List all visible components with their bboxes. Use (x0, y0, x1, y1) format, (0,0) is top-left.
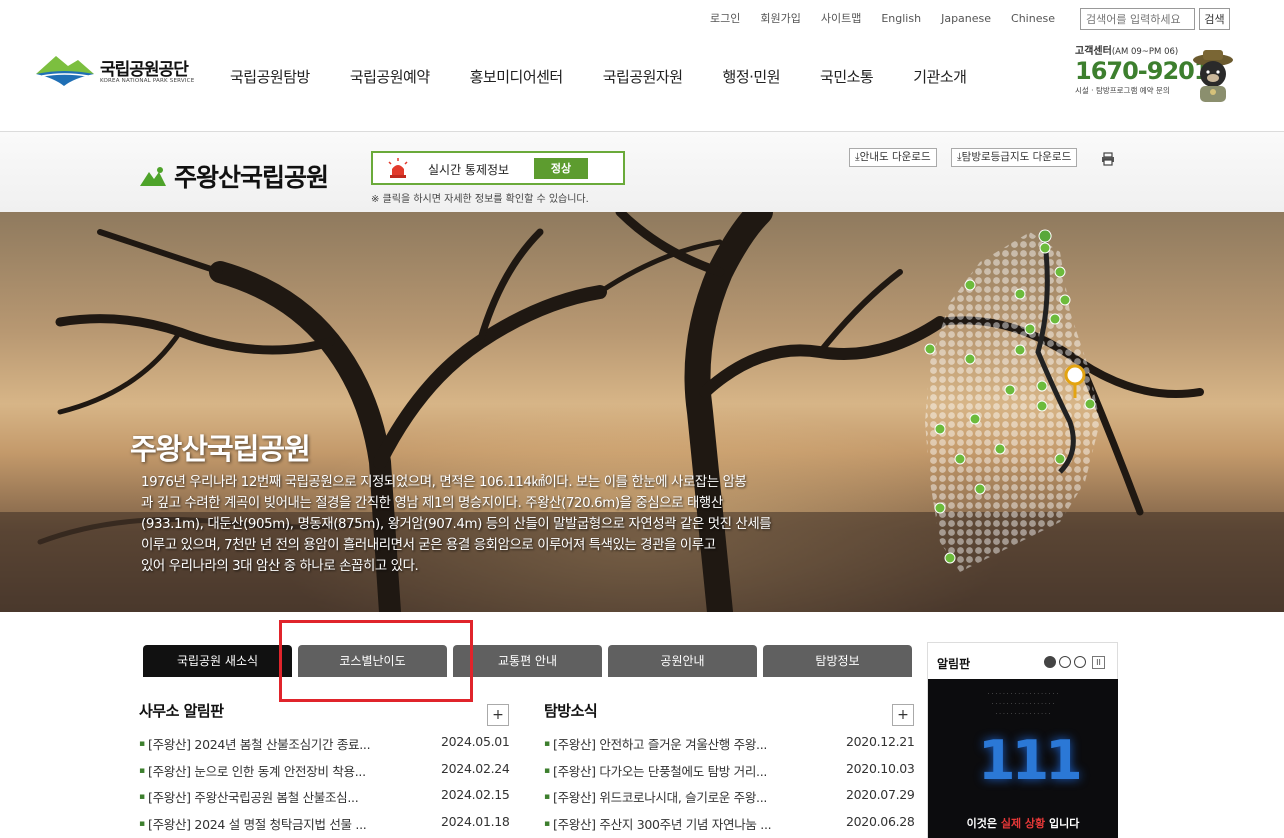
tab-park-guide[interactable]: 공원안내 (608, 645, 757, 677)
bullet-icon: ▪ (139, 792, 145, 802)
bullet-icon: ▪ (544, 792, 550, 802)
park-title-bar: 주왕산국립공원 실시간 통제정보 정상 ※ 클릭을 하시면 자세한 정보를 확인… (0, 132, 1284, 212)
park-location-map[interactable] (920, 222, 1120, 582)
knps-logo[interactable]: 국립공원공단 KOREA NATIONAL PARK SERVICE (34, 52, 204, 92)
nav-park-resources[interactable]: 국립공원자원 (603, 66, 683, 87)
carousel-controls: II (1044, 656, 1105, 669)
content-tabs: 국립공원 새소식 코스별난이도 교통편 안내 공원안내 탐방정보 (143, 645, 918, 677)
nav-about[interactable]: 기관소개 (913, 66, 967, 87)
trail-map-download-button[interactable]: ⤓탐방로등급지도 다운로드 (951, 148, 1078, 167)
park-title: 주왕산국립공원 (140, 158, 329, 194)
hero-title: 주왕산국립공원 (130, 432, 311, 466)
nav-civil-service[interactable]: 행정·민원 (723, 66, 781, 87)
search-button[interactable]: 검색 (1199, 8, 1230, 30)
customer-center: 고객센터(AM 09~PM 06) 1670-9201 시설 · 탐방프로그램 … (1075, 42, 1235, 102)
chinese-link[interactable]: Chinese (1001, 12, 1065, 26)
tab-transportation[interactable]: 교통편 안내 (453, 645, 602, 677)
poster-fine-text: · · · · · · · · · · · · · · · · · (991, 701, 1055, 708)
hero-description-line: 이루고 있으며, 7천만 년 전의 용암이 흘러내리면서 굳은 용결 응회암으로… (141, 538, 716, 553)
carousel-dot[interactable] (1044, 656, 1056, 668)
notice-panel: 알림판 II · · · · · · · · · · · · · · · · ·… (927, 642, 1118, 838)
english-link[interactable]: English (871, 12, 931, 26)
hero-description-line: 1976년 우리나라 12번째 국립공원으로 지정되었으며, 면적은 106.1… (141, 475, 747, 490)
nav-media-center[interactable]: 홍보미디어센터 (470, 66, 564, 87)
list-item[interactable]: ▪ [주왕산] 위드코로나시대, 슬기로운 주왕... 2020.07.29 (544, 787, 915, 814)
poster-headline: 이것은 실제 상황 입니다 (966, 817, 1080, 830)
signup-link[interactable]: 회원가입 (750, 12, 810, 26)
ranger-bear-icon (1193, 50, 1233, 102)
search-input[interactable] (1080, 8, 1195, 30)
office-more-button[interactable]: + (487, 704, 509, 726)
notice-title: 알림판 (937, 657, 971, 671)
poster-fine-text: · · · · · · · · · · · · · · · · · · · (987, 691, 1059, 698)
nav-park-reservation[interactable]: 국립공원예약 (350, 66, 430, 87)
list-item[interactable]: ▪ [주왕산] 주산지 300주년 기념 자연나눔 ... 2020.06.28 (544, 814, 915, 838)
logo-korean-text: 국립공원공단 (100, 60, 189, 80)
board-title: 사무소 알림판 (139, 702, 224, 720)
hero-description-line: 과 깊고 수려한 계곡이 빚어내는 절경을 간직한 영남 제1의 명승지이다. … (141, 496, 723, 511)
realtime-control-info[interactable]: 실시간 통제정보 정상 (371, 151, 625, 185)
bullet-icon: ▪ (544, 765, 550, 776)
visit-news-board: 탐방소식 + ▪ [주왕산] 안전하고 즐거운 겨울산행 주왕... 2020.12… (544, 700, 915, 838)
hero-description-line: 있어 우리나라의 3대 암산 중 하나로 손꼽히고 있다. (141, 559, 419, 574)
visit-more-button[interactable]: + (892, 704, 914, 726)
site-header: 로그인 회원가입 사이트맵 English Japanese Chinese 검… (0, 0, 1284, 132)
carousel-dot[interactable] (1059, 656, 1071, 668)
highlight-annotation-box (279, 620, 473, 702)
bullet-icon: ▪ (139, 739, 145, 749)
bullet-icon: ▪ (139, 765, 145, 776)
nav-communication[interactable]: 국민소통 (820, 66, 874, 87)
status-note: ※ 클릭을 하시면 자세한 정보를 확인할 수 있습니다. (371, 194, 589, 205)
hero-description-line: (933.1m), 대둔산(905m), 명동재(875m), 왕거암(907.… (141, 517, 772, 532)
list-item[interactable]: ▪ [주왕산] 안전하고 즐거운 겨울산행 주왕... 2020.12.21 (544, 734, 915, 761)
poster-number: 111 (978, 729, 1083, 792)
bullet-icon: ▪ (544, 739, 550, 749)
park-name: 주왕산국립공원 (174, 163, 329, 192)
list-item[interactable]: ▪ [주왕산] 2024 설 명절 청탁금지법 선물 ... 2024.01.18 (139, 814, 510, 838)
status-label: 실시간 통제정보 (428, 163, 510, 177)
logo-english-text: KOREA NATIONAL PARK SERVICE (100, 78, 195, 84)
nav-park-explore[interactable]: 국립공원탐방 (230, 66, 310, 87)
office-notice-board: 사무소 알림판 + ▪ [주왕산] 2024년 봄철 산불조심기간 종료... 20… (139, 700, 510, 838)
siren-icon (388, 158, 408, 178)
map-download-button[interactable]: ⤓안내도 다운로드 (849, 148, 937, 167)
hero-banner: 주왕산국립공원 1976년 우리나라 12번째 국립공원으로 지정되었으며, 면… (0, 212, 1284, 612)
login-link[interactable]: 로그인 (700, 12, 750, 26)
hero-description: 1976년 우리나라 12번째 국립공원으로 지정되었으며, 면적은 106.1… (141, 472, 891, 577)
japanese-link[interactable]: Japanese (931, 12, 1001, 26)
emergency-poster-image[interactable]: · · · · · · · · · · · · · · · · · · · · … (928, 679, 1118, 838)
tab-park-news[interactable]: 국립공원 새소식 (143, 645, 292, 677)
list-item[interactable]: ▪ [주왕산] 주왕산국립공원 봄철 산불조심... 2024.02.15 (139, 787, 510, 814)
bullet-icon: ▪ (139, 818, 145, 829)
logo-mountain-icon (36, 56, 94, 86)
tab-visit-info[interactable]: 탐방정보 (763, 645, 912, 677)
sitemap-link[interactable]: 사이트맵 (811, 12, 871, 26)
mountain-icon (140, 167, 166, 186)
status-badge: 정상 (534, 158, 588, 179)
print-icon[interactable] (1101, 152, 1115, 166)
main-navigation: 국립공원탐방 국립공원예약 홍보미디어센터 국립공원자원 행정·민원 국민소통 … (230, 66, 1006, 87)
poster-fine-text: · · · · · · · · · · · · · · · (995, 711, 1051, 718)
carousel-dot[interactable] (1074, 656, 1086, 668)
list-item[interactable]: ▪ [주왕산] 다가오는 단풍철에도 탐방 거리... 2020.10.03 (544, 761, 915, 788)
list-item[interactable]: ▪ [주왕산] 눈으로 인한 동계 안전장비 착용... 2024.02.24 (139, 761, 510, 788)
list-item[interactable]: ▪ [주왕산] 2024년 봄철 산불조심기간 종료... 2024.05.01 (139, 734, 510, 761)
bullet-icon: ▪ (544, 818, 550, 829)
board-title: 탐방소식 (544, 702, 598, 720)
pause-icon[interactable]: II (1092, 656, 1105, 669)
utility-links: 로그인 회원가입 사이트맵 English Japanese Chinese (700, 12, 1065, 26)
